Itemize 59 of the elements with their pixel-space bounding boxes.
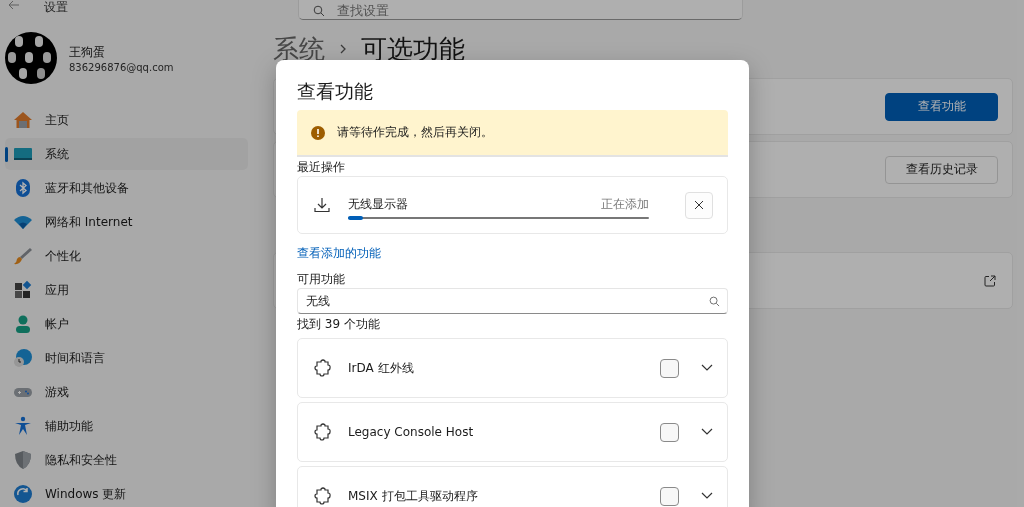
view-button[interactable]: 查看历史记录 — [885, 155, 998, 184]
chevron-icon[interactable] — [701, 428, 713, 436]
section-heading: 最近操作 — [297, 159, 346, 176]
house-icon — [13, 110, 33, 130]
bluetooth-icon — [13, 178, 33, 198]
search-field[interactable]: 查找设置 — [298, 0, 743, 20]
shield-icon — [13, 450, 33, 470]
brush-icon — [13, 246, 33, 266]
search-icon — [313, 5, 325, 17]
view-added-link[interactable]: 查看添加的功能 — [297, 245, 728, 262]
external-link-icon[interactable] — [984, 274, 996, 287]
sidebar-item[interactable]: 游戏 — [5, 376, 248, 408]
section-heading: 可用功能 — [297, 271, 346, 288]
sidebar-item[interactable]: 个性化 — [5, 240, 248, 272]
globe-clock-icon — [13, 348, 33, 368]
sidebar-item[interactable]: 时间和语言 — [5, 342, 248, 374]
sidebar-item[interactable]: 系统 — [5, 138, 248, 170]
warning-icon — [311, 125, 325, 140]
sidebar-item[interactable]: 辅助功能 — [5, 410, 248, 442]
search-field[interactable]: 无线 — [297, 288, 728, 314]
status-text: 正在添加 — [601, 195, 649, 213]
apps-icon — [13, 280, 33, 300]
checkbox[interactable] — [660, 422, 679, 442]
sidebar-item[interactable]: 隐私和安全性 — [5, 444, 248, 476]
feature-row[interactable]: MSIX 打包工具驱动程序 — [297, 466, 728, 507]
sidebar-item[interactable]: 应用 — [5, 274, 248, 306]
feature-name: MSIX 打包工具驱动程序 — [348, 487, 479, 505]
close-icon — [694, 200, 704, 210]
download-icon — [314, 197, 330, 213]
sidebar-item[interactable]: 帐户 — [5, 308, 248, 340]
warning-text: 请等待作完成，然后再关闭。 — [337, 124, 493, 141]
user-email: 836296876@qq.com — [69, 61, 174, 73]
feature-name: IrDA 红外线 — [348, 359, 415, 377]
checkbox[interactable] — [660, 486, 679, 506]
feature-name: Legacy Console Host — [348, 425, 475, 439]
dialog-title: 查看功能 — [297, 79, 374, 103]
chevron-icon[interactable] — [701, 492, 713, 500]
puzzle-icon — [314, 359, 332, 377]
user-name: 王狗蛋 — [69, 43, 106, 61]
chevron-icon[interactable] — [701, 364, 713, 372]
sidebar-item[interactable]: 网络和 Internet — [5, 206, 248, 238]
search-icon — [709, 296, 720, 307]
puzzle-icon — [314, 423, 332, 441]
chevron-right-icon — [339, 43, 347, 55]
update-icon — [13, 484, 33, 504]
back-arrow-icon[interactable] — [8, 0, 20, 10]
feature-name: 无线显示器 — [348, 195, 408, 213]
checkbox[interactable] — [660, 358, 679, 378]
sidebar-item[interactable]: Windows 更新 — [5, 478, 248, 507]
feature-row[interactable]: IrDA 红外线 — [297, 338, 728, 398]
feature-row[interactable]: Legacy Console Host — [297, 402, 728, 462]
result-count: 找到 39 个功能 — [297, 316, 381, 333]
person-icon — [13, 314, 33, 334]
close-button[interactable] — [685, 191, 713, 219]
view-button[interactable]: 查看功能 — [885, 92, 998, 121]
puzzle-icon — [314, 487, 332, 505]
window-title: 设置 — [44, 0, 68, 16]
sidebar-item[interactable]: 蓝牙和其他设备 — [5, 172, 248, 204]
sidebar-item[interactable]: 主页 — [5, 104, 248, 136]
